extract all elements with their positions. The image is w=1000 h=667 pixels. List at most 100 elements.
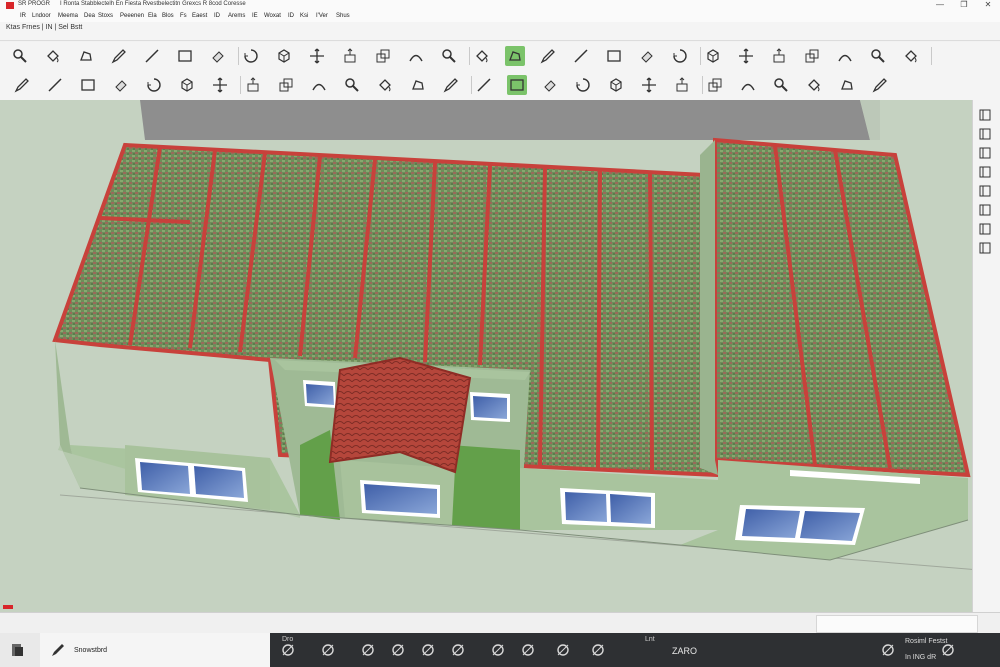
cursor-icon[interactable]	[390, 642, 406, 658]
styles-icon[interactable]	[977, 184, 995, 198]
line-icon[interactable]	[142, 46, 162, 66]
roof-icon[interactable]	[868, 46, 888, 66]
arrow-icon[interactable]	[408, 75, 428, 95]
cone-icon[interactable]	[309, 75, 329, 95]
scissors-icon[interactable]	[441, 75, 461, 95]
export-icon[interactable]	[870, 75, 890, 95]
menu-item[interactable]: ID	[288, 10, 294, 22]
follow-me-icon[interactable]	[406, 46, 426, 66]
menu-item[interactable]: ID	[214, 10, 220, 22]
undo-icon[interactable]	[280, 642, 296, 658]
menu-item[interactable]: Ksi	[300, 10, 308, 22]
tape-icon[interactable]	[590, 642, 606, 658]
menu-item[interactable]: Woxat	[264, 10, 281, 22]
menu-item[interactable]: I'Ver	[316, 10, 328, 22]
menu-item[interactable]: Stoxs	[98, 10, 113, 22]
line-icon[interactable]	[520, 642, 536, 658]
box-icon[interactable]	[276, 75, 296, 95]
search-icon[interactable]	[10, 46, 30, 66]
layers-icon[interactable]	[977, 108, 995, 122]
shadows-icon[interactable]	[977, 222, 995, 236]
title-bar: SR PROGR I Ronta Stabblectelh En Fiesta …	[0, 0, 1000, 10]
move-icon[interactable]	[307, 46, 327, 66]
window-icon[interactable]	[835, 46, 855, 66]
outliner-icon[interactable]	[977, 127, 995, 141]
components-icon[interactable]	[977, 165, 995, 179]
tag-icon[interactable]	[804, 75, 824, 95]
pan-icon[interactable]	[571, 46, 591, 66]
door-icon[interactable]	[802, 46, 822, 66]
materials-icon[interactable]	[977, 146, 995, 160]
offset-icon[interactable]	[243, 75, 263, 95]
menu-item[interactable]: Peeenen	[120, 10, 144, 22]
model-viewport[interactable]	[0, 100, 972, 612]
menu-item[interactable]: IR	[20, 10, 26, 22]
circle-icon[interactable]	[111, 75, 131, 95]
pencil-icon[interactable]	[109, 46, 129, 66]
walk-icon[interactable]	[507, 75, 527, 95]
brush-icon[interactable]	[901, 46, 921, 66]
eraser-icon[interactable]	[208, 46, 228, 66]
menu-item[interactable]: Meema	[58, 10, 78, 22]
layers-icon[interactable]	[360, 642, 376, 658]
cross-icon[interactable]	[670, 46, 690, 66]
menu-item[interactable]: IE	[252, 10, 258, 22]
push-pull-icon[interactable]	[340, 46, 360, 66]
intersect-icon[interactable]	[342, 75, 362, 95]
section-icon[interactable]	[439, 46, 459, 66]
curve-icon[interactable]	[210, 75, 230, 95]
shape-icon[interactable]	[375, 75, 395, 95]
measure-icon[interactable]	[472, 46, 492, 66]
shape-icon[interactable]	[76, 46, 96, 66]
wall-icon[interactable]	[769, 46, 789, 66]
zoom-extents-icon[interactable]	[637, 46, 657, 66]
menu-item[interactable]: Arems	[228, 10, 245, 22]
components-icon[interactable]	[703, 46, 723, 66]
look-icon[interactable]	[540, 75, 560, 95]
folder-icon[interactable]	[837, 75, 857, 95]
measurements-box[interactable]	[816, 615, 978, 633]
scale-icon[interactable]	[373, 46, 393, 66]
close-icon[interactable]	[940, 642, 956, 658]
rectangle-icon[interactable]	[175, 46, 195, 66]
camera-icon[interactable]	[450, 642, 466, 658]
ruler-icon[interactable]	[490, 642, 506, 658]
close-button[interactable]: ✕	[980, 0, 996, 10]
clock-icon[interactable]	[672, 75, 692, 95]
layer-icon[interactable]	[771, 75, 791, 95]
minimize-button[interactable]: —	[932, 0, 948, 10]
camera-icon[interactable]	[736, 46, 756, 66]
cross-icon[interactable]	[639, 75, 659, 95]
target-icon[interactable]	[555, 642, 571, 658]
slash-icon[interactable]	[45, 75, 65, 95]
paint-icon[interactable]	[880, 642, 896, 658]
scenes-icon[interactable]	[977, 203, 995, 217]
zoom-icon[interactable]	[604, 46, 624, 66]
crop-icon[interactable]	[606, 75, 626, 95]
menu-item[interactable]: Shus	[336, 10, 350, 22]
menu-item[interactable]: Dea	[84, 10, 95, 22]
arc-icon[interactable]	[144, 75, 164, 95]
redo-icon[interactable]	[320, 642, 336, 658]
cube-icon[interactable]	[274, 46, 294, 66]
pencil-icon[interactable]	[12, 75, 32, 95]
menu-item[interactable]: Fs	[180, 10, 187, 22]
sandbox-icon[interactable]	[738, 75, 758, 95]
menu-item[interactable]: Lndoor	[32, 10, 51, 22]
rotate-icon[interactable]	[241, 46, 261, 66]
toolbar-separator	[931, 47, 932, 65]
orbit-icon[interactable]	[538, 46, 558, 66]
position-camera-icon[interactable]	[573, 75, 593, 95]
fog-icon[interactable]	[977, 241, 995, 255]
material-icon[interactable]	[705, 75, 725, 95]
menu-item[interactable]: Ela	[148, 10, 157, 22]
menu-item[interactable]: Blos	[162, 10, 174, 22]
tape-icon[interactable]	[177, 75, 197, 95]
menu-item[interactable]: Eaest	[192, 10, 207, 22]
select-tool-icon[interactable]	[505, 46, 525, 66]
texture-icon[interactable]	[474, 75, 494, 95]
maximize-button[interactable]: ❐	[956, 0, 972, 10]
paint-bucket-icon[interactable]	[43, 46, 63, 66]
orbit-icon[interactable]	[420, 642, 436, 658]
square-icon[interactable]	[78, 75, 98, 95]
